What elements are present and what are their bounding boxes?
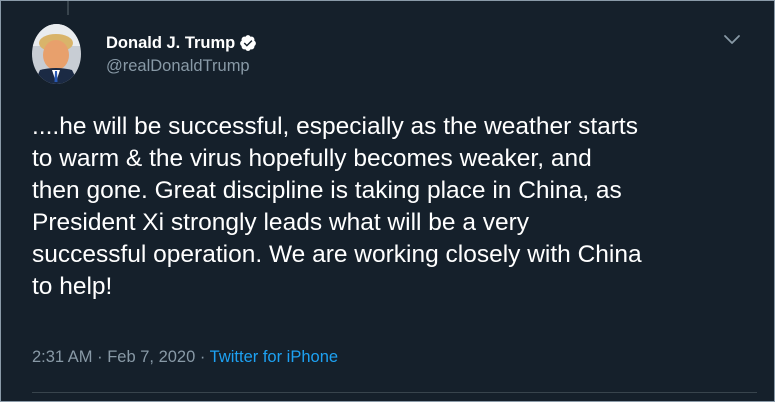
meta-separator: ·	[195, 348, 210, 366]
divider	[32, 392, 757, 393]
meta-separator: ·	[92, 348, 108, 366]
thread-connector	[67, 1, 69, 15]
tweet-card: Donald J. Trump @realDonaldTrump ....he …	[0, 0, 775, 402]
verified-badge-icon	[240, 35, 257, 51]
author-display-name[interactable]: Donald J. Trump	[106, 34, 235, 53]
tweet-date[interactable]: Feb 7, 2020	[107, 348, 195, 366]
tweet-source-link[interactable]: Twitter for iPhone	[210, 348, 338, 366]
profile-photo-icon	[32, 24, 81, 84]
author-name-row[interactable]: Donald J. Trump	[106, 32, 257, 54]
author-handle[interactable]: @realDonaldTrump	[106, 57, 250, 76]
tweet-time[interactable]: 2:31 AM	[32, 348, 93, 366]
tweet-text: ....he will be successful, especially as…	[32, 113, 642, 300]
chevron-down-icon[interactable]	[722, 33, 742, 47]
tweet-metadata: 2:31 AM · Feb 7, 2020 · Twitter for iPho…	[32, 348, 338, 367]
avatar[interactable]	[32, 24, 81, 84]
